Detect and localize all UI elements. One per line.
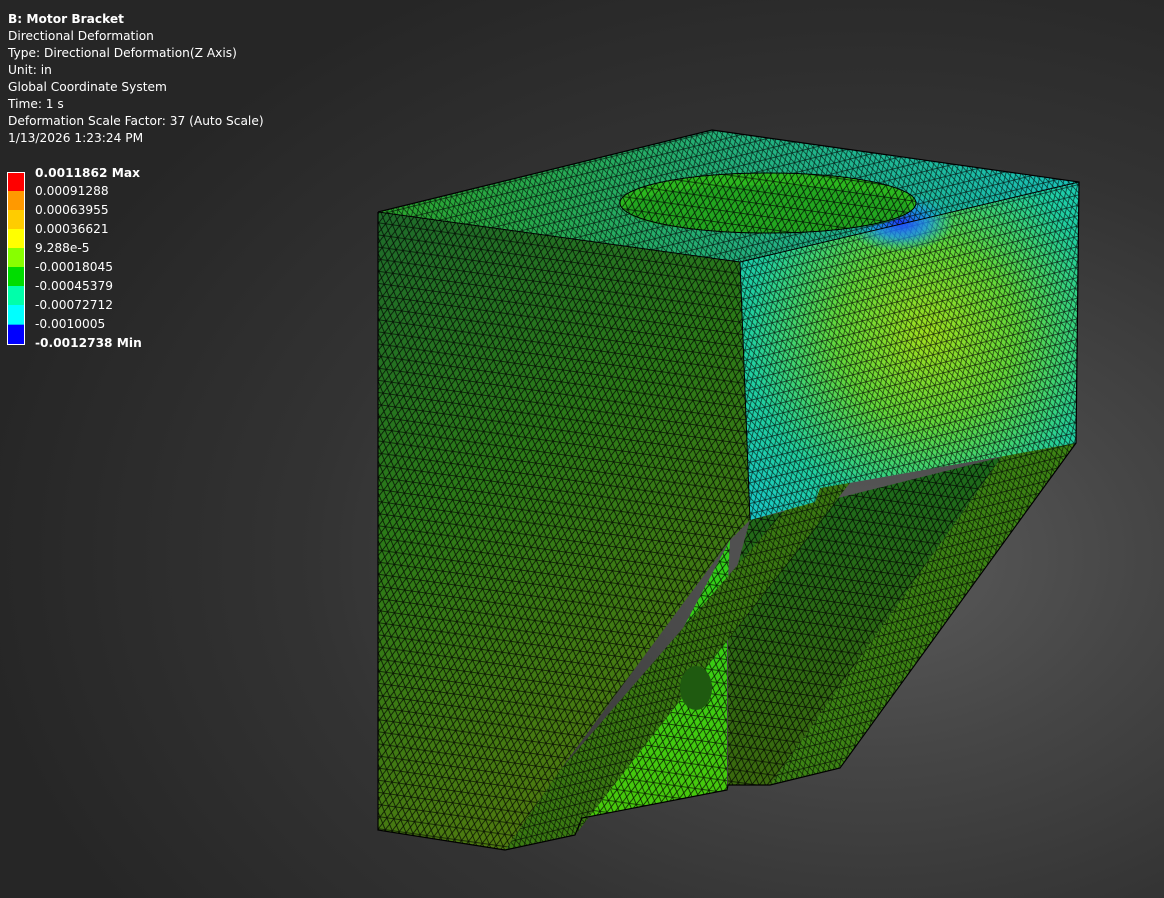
- legend-label: 9.288e-5: [35, 241, 90, 255]
- legend-swatch: [7, 267, 25, 286]
- legend-swatch: [7, 229, 25, 248]
- result-type: Type: Directional Deformation(Z Axis): [8, 46, 237, 60]
- legend-swatch: [7, 210, 25, 229]
- legend-label: -0.00045379: [35, 279, 114, 293]
- legend-label: 0.00091288: [35, 184, 109, 198]
- result-unit: Unit: in: [8, 63, 52, 77]
- legend-label: -0.00018045: [35, 260, 114, 274]
- legend-swatch: [7, 305, 25, 324]
- legend-label: -0.0010005: [35, 317, 106, 331]
- deformation-scale-factor: Deformation Scale Factor: 37 (Auto Scale…: [8, 114, 264, 128]
- legend-swatch: [7, 248, 25, 267]
- legend-label: -0.00072712: [35, 298, 114, 312]
- legend-min-label: -0.0012738 Min: [35, 336, 142, 350]
- legend-label: 0.00036621: [35, 222, 109, 236]
- result-time: Time: 1 s: [8, 97, 64, 111]
- web-hole: [680, 666, 712, 710]
- result-name: Directional Deformation: [8, 29, 154, 43]
- result-info-panel: B: Motor Bracket Directional Deformation…: [8, 11, 264, 147]
- legend-max-label: 0.0011862 Max: [35, 166, 140, 180]
- legend-swatch: [7, 286, 25, 305]
- model-title: B: Motor Bracket: [8, 12, 124, 26]
- motor-bracket-model[interactable]: [377, 129, 1080, 851]
- legend-swatch: [7, 172, 25, 191]
- legend-swatch: [7, 191, 25, 210]
- legend-swatch: [7, 325, 25, 345]
- result-timestamp: 1/13/2026 1:23:24 PM: [8, 131, 144, 145]
- legend-label: 0.00063955: [35, 203, 109, 217]
- coordinate-system: Global Coordinate System: [8, 80, 167, 94]
